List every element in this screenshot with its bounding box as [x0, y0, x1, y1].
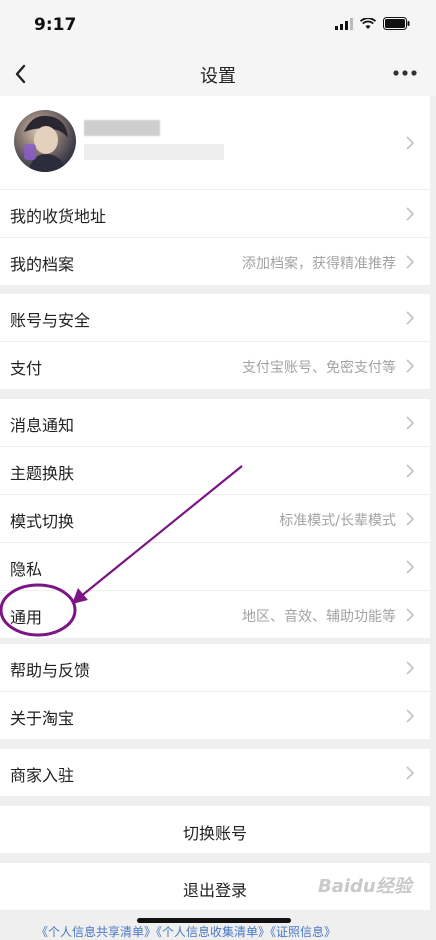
profile-row[interactable]	[0, 96, 430, 190]
switch-account-label: 切换账号	[182, 824, 247, 843]
battery-icon	[383, 17, 410, 30]
row-label: 我的档案	[10, 255, 75, 274]
row-label: 隐私	[10, 560, 43, 579]
row-notifications[interactable]: 消息通知	[0, 399, 430, 447]
chevron-right-icon	[406, 661, 414, 675]
row-label: 消息通知	[10, 416, 75, 435]
chevron-right-icon	[406, 512, 414, 526]
page-title: 设置	[200, 66, 236, 87]
chevron-right-icon	[406, 136, 414, 150]
row-address[interactable]: 我的收货地址	[0, 190, 430, 238]
chevron-right-icon	[406, 608, 414, 622]
row-profile-archive[interactable]: 我的档案 添加档案，获得精准推荐	[0, 238, 430, 285]
group-account: 账号与安全 支付 支付宝账号、免密支付等	[0, 294, 430, 389]
chevron-right-icon	[406, 311, 414, 325]
chevron-right-icon	[406, 359, 414, 373]
row-label: 模式切换	[10, 512, 75, 531]
row-merchant-join[interactable]: 商家入驻	[0, 749, 430, 796]
home-indicator	[137, 918, 291, 923]
chevron-right-icon	[406, 207, 414, 221]
avatar	[14, 110, 76, 172]
user-subtitle-masked	[84, 144, 224, 160]
row-label: 帮助与反馈	[10, 661, 91, 680]
status-time: 9:17	[34, 15, 77, 35]
status-icons	[335, 17, 410, 30]
chevron-right-icon	[406, 766, 414, 780]
avatar-portrait-icon	[24, 115, 68, 172]
row-label: 通用	[10, 608, 43, 627]
chevron-right-icon	[406, 709, 414, 723]
group-switch-account: 切换账号	[0, 806, 430, 853]
row-payment[interactable]: 支付 支付宝账号、免密支付等	[0, 342, 430, 389]
row-hint: 地区、音效、辅助功能等	[242, 609, 396, 625]
chevron-right-icon	[406, 560, 414, 574]
more-options-icon[interactable]	[392, 64, 418, 82]
row-about[interactable]: 关于淘宝	[0, 692, 430, 739]
footer-links[interactable]: 《个人信息共享清单》《个人信息收集清单》《证照信息》	[36, 923, 336, 940]
row-account-security[interactable]: 账号与安全	[0, 294, 430, 342]
row-label: 账号与安全	[10, 311, 91, 330]
group-preferences: 消息通知 主题换肤 模式切换 标准模式/长辈模式 隐私 通用 地区、音效、辅助功…	[0, 399, 430, 638]
status-bar: 9:17	[0, 0, 436, 50]
row-privacy[interactable]: 隐私	[0, 543, 430, 591]
nav-bar: 设置	[0, 50, 436, 96]
group-merchant: 商家入驻	[0, 749, 430, 796]
switch-account-button[interactable]: 切换账号	[0, 806, 430, 853]
row-label: 支付	[10, 359, 43, 378]
wifi-icon	[360, 17, 376, 29]
username-masked	[84, 120, 160, 136]
row-label: 商家入驻	[10, 766, 75, 785]
group-profile: 我的收货地址 我的档案 添加档案，获得精准推荐	[0, 96, 430, 285]
row-theme[interactable]: 主题换肤	[0, 447, 430, 495]
row-label: 我的收货地址	[10, 207, 107, 226]
row-label: 关于淘宝	[10, 709, 75, 728]
signal-icon	[335, 17, 353, 30]
row-hint: 标准模式/长辈模式	[279, 513, 396, 529]
watermark-logo: Baidu经验	[318, 876, 412, 897]
chevron-right-icon	[406, 255, 414, 269]
row-general[interactable]: 通用 地区、音效、辅助功能等	[0, 591, 430, 638]
row-hint: 添加档案，获得精准推荐	[242, 256, 396, 272]
row-label: 主题换肤	[10, 464, 75, 483]
chevron-right-icon	[406, 416, 414, 430]
group-help: 帮助与反馈 关于淘宝	[0, 644, 430, 739]
row-help-feedback[interactable]: 帮助与反馈	[0, 644, 430, 692]
row-mode-switch[interactable]: 模式切换 标准模式/长辈模式	[0, 495, 430, 543]
row-hint: 支付宝账号、免密支付等	[242, 360, 396, 376]
chevron-right-icon	[406, 464, 414, 478]
